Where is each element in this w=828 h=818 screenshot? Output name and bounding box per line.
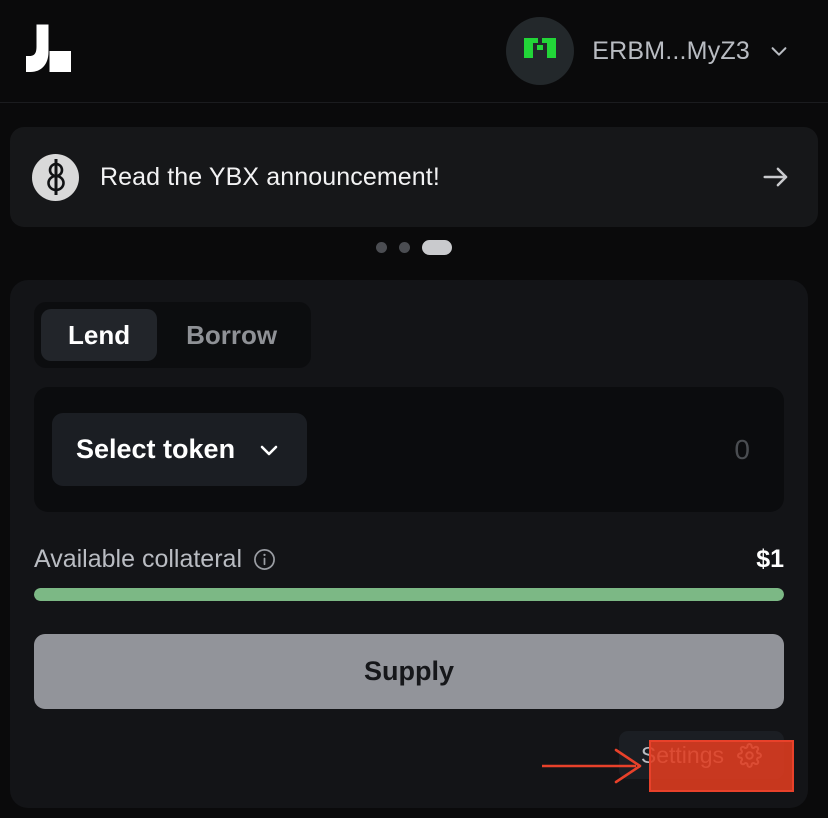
settings-button-label: Settings bbox=[640, 741, 724, 768]
avatar bbox=[506, 17, 575, 85]
collateral-progress-fill bbox=[34, 588, 784, 601]
collateral-label-group: Available collateral bbox=[34, 545, 276, 574]
carousel-dot-2[interactable] bbox=[399, 241, 410, 253]
app-root: ERBM...MyZ3 Read the YBX announcement! L… bbox=[0, 0, 828, 818]
settings-row: Settings bbox=[34, 731, 784, 779]
amount-input[interactable] bbox=[550, 433, 750, 466]
supply-button-label: Supply bbox=[363, 656, 454, 686]
carousel-indicators bbox=[0, 227, 828, 267]
select-token-button[interactable]: Select token bbox=[52, 413, 308, 486]
collateral-label: Available collateral bbox=[34, 545, 242, 573]
gear-icon bbox=[737, 742, 762, 768]
app-header: ERBM...MyZ3 bbox=[0, 0, 828, 103]
tab-borrow[interactable]: Borrow bbox=[159, 309, 304, 361]
info-circle-icon[interactable] bbox=[253, 548, 276, 571]
collateral-value: $1 bbox=[756, 545, 784, 573]
chevron-down-icon bbox=[771, 47, 787, 56]
announcement-banner[interactable]: Read the YBX announcement! bbox=[10, 127, 818, 227]
carousel-dot-3[interactable] bbox=[422, 239, 452, 255]
arrow-right-icon[interactable] bbox=[761, 162, 791, 192]
lend-borrow-tabs: Lend Borrow bbox=[34, 302, 312, 368]
marginfi-logo[interactable] bbox=[18, 22, 80, 80]
announcement-carousel: Read the YBX announcement! bbox=[0, 103, 828, 227]
available-collateral-row: Available collateral $1 bbox=[34, 545, 784, 574]
action-box-card: Lend Borrow Select token Available colla… bbox=[10, 280, 808, 808]
collateral-progress-track bbox=[34, 588, 784, 601]
carousel-dot-1[interactable] bbox=[376, 241, 387, 253]
wallet-menu-button[interactable]: ERBM...MyZ3 bbox=[506, 17, 790, 85]
settings-button[interactable]: Settings bbox=[618, 731, 784, 779]
select-token-label: Select token bbox=[76, 434, 236, 464]
tab-lend[interactable]: Lend bbox=[41, 309, 158, 361]
chevron-down-icon bbox=[260, 445, 278, 455]
wallet-address: ERBM...MyZ3 bbox=[592, 36, 750, 65]
supply-button[interactable]: Supply bbox=[34, 634, 784, 709]
ybx-token-icon bbox=[32, 153, 79, 201]
token-amount-row: Select token bbox=[34, 387, 784, 512]
announcement-text: Read the YBX announcement! bbox=[100, 162, 440, 191]
